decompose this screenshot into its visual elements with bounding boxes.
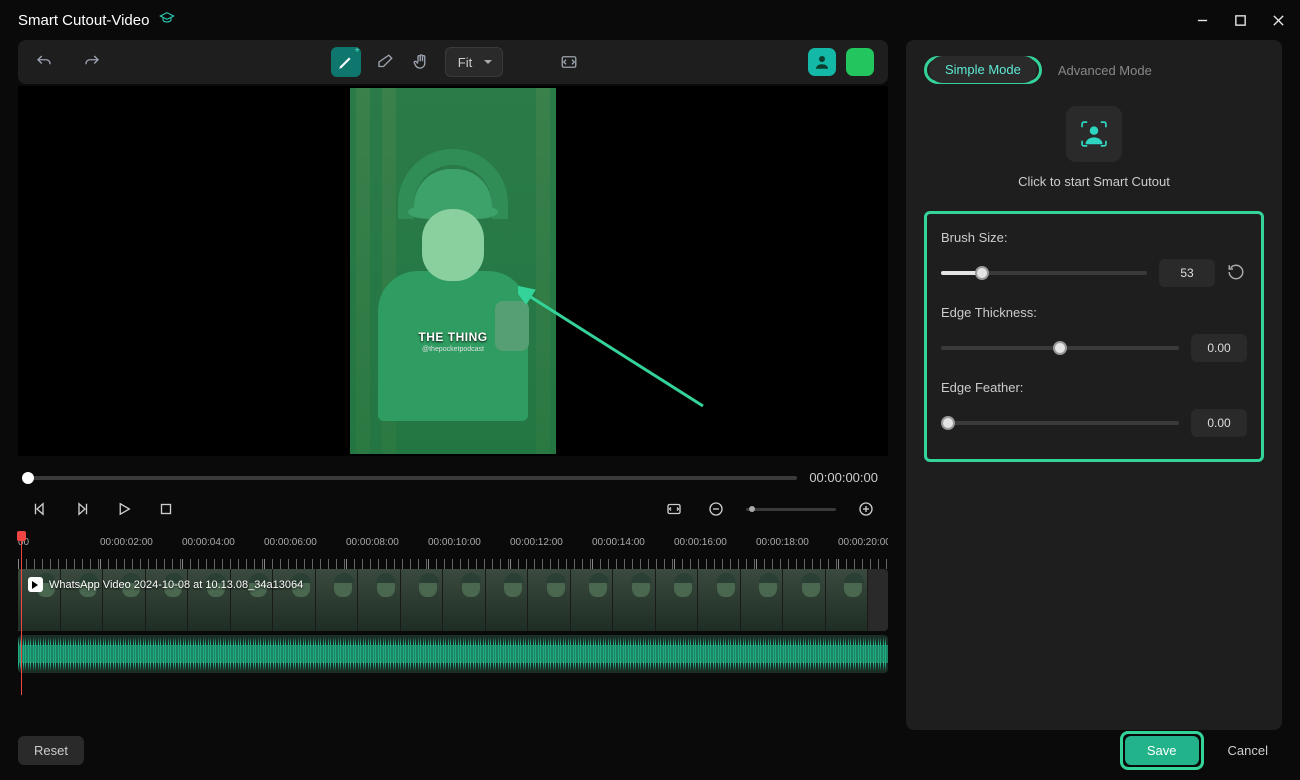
zoom-in-button[interactable] xyxy=(854,497,878,521)
advanced-mode-tab[interactable]: Advanced Mode xyxy=(1058,63,1152,78)
fit-screen-button[interactable] xyxy=(662,497,686,521)
timeline[interactable]: 0000:00:02:0000:00:04:0000:00:06:0000:00… xyxy=(18,535,888,695)
draw-add-tool[interactable] xyxy=(331,47,361,77)
video-frame: THE THING @thepocketpodcast xyxy=(350,88,556,454)
cutout-hint-text: Click to start Smart Cutout xyxy=(1018,174,1170,189)
edge-feather-label: Edge Feather: xyxy=(941,380,1247,395)
clip-name: WhatsApp Video 2024-10-08 at 10.13.08_34… xyxy=(49,579,303,591)
properties-panel: Simple Mode Advanced Mode Click to start… xyxy=(906,40,1282,730)
cancel-button[interactable]: Cancel xyxy=(1214,736,1282,765)
video-subcaption: @thepocketpodcast xyxy=(422,346,484,353)
edge-feather-slider[interactable] xyxy=(941,421,1179,425)
start-cutout-button[interactable] xyxy=(1066,106,1122,162)
playhead[interactable] xyxy=(21,535,22,695)
background-color-swatch[interactable] xyxy=(846,48,874,76)
timeline-ruler[interactable]: 0000:00:02:0000:00:04:0000:00:06:0000:00… xyxy=(18,535,888,569)
window-title: Smart Cutout-Video xyxy=(18,12,149,29)
zoom-out-button[interactable] xyxy=(704,497,728,521)
play-button[interactable] xyxy=(112,497,136,521)
save-button-highlight: Save xyxy=(1120,731,1204,770)
maximize-button[interactable] xyxy=(1232,12,1248,28)
simple-mode-tab-highlight: Simple Mode xyxy=(924,56,1042,84)
zoom-select[interactable]: Fit xyxy=(445,47,503,77)
redo-button[interactable] xyxy=(80,50,104,74)
brush-size-value[interactable]: 53 xyxy=(1159,259,1215,287)
minimize-button[interactable] xyxy=(1194,12,1210,28)
editor-panel: Fit THE THING @the xyxy=(18,40,888,730)
eraser-tool[interactable] xyxy=(373,50,397,74)
hand-tool[interactable] xyxy=(409,50,433,74)
compare-toggle[interactable] xyxy=(557,50,581,74)
edge-thickness-label: Edge Thickness: xyxy=(941,305,1247,320)
next-frame-button[interactable] xyxy=(70,497,94,521)
audio-track[interactable] xyxy=(18,635,888,673)
simple-mode-tab[interactable]: Simple Mode xyxy=(929,56,1037,83)
timeline-zoom-slider[interactable] xyxy=(746,508,836,511)
clip-label: WhatsApp Video 2024-10-08 at 10.13.08_34… xyxy=(28,577,303,592)
video-clip-track[interactable]: WhatsApp Video 2024-10-08 at 10.13.08_34… xyxy=(18,569,888,631)
preview-canvas[interactable]: THE THING @thepocketpodcast xyxy=(18,86,888,456)
subject-overlay-toggle[interactable] xyxy=(808,48,836,76)
edge-thickness-slider[interactable] xyxy=(941,346,1179,350)
playback-scrubber[interactable] xyxy=(28,476,797,480)
zoom-value: Fit xyxy=(458,55,472,70)
cutout-controls-highlight: Brush Size: 53 Edge Thickness: 0.00 Edge… xyxy=(924,211,1264,462)
brush-size-slider[interactable] xyxy=(941,271,1147,275)
undo-button[interactable] xyxy=(32,50,56,74)
stop-button[interactable] xyxy=(154,497,178,521)
reset-button[interactable]: Reset xyxy=(18,736,84,765)
prev-frame-button[interactable] xyxy=(28,497,52,521)
titlebar: Smart Cutout-Video xyxy=(0,0,1300,40)
edge-feather-value[interactable]: 0.00 xyxy=(1191,409,1247,437)
close-button[interactable] xyxy=(1270,12,1286,28)
toolbar: Fit xyxy=(18,40,888,84)
edge-thickness-value[interactable]: 0.00 xyxy=(1191,334,1247,362)
brush-size-label: Brush Size: xyxy=(941,230,1247,245)
brush-reset-icon[interactable] xyxy=(1227,263,1247,283)
video-caption: THE THING xyxy=(418,330,487,344)
timecode: 00:00:00:00 xyxy=(809,470,878,485)
tutorial-hat-icon[interactable] xyxy=(159,10,175,30)
save-button[interactable]: Save xyxy=(1125,736,1199,765)
clip-play-icon xyxy=(28,577,43,592)
